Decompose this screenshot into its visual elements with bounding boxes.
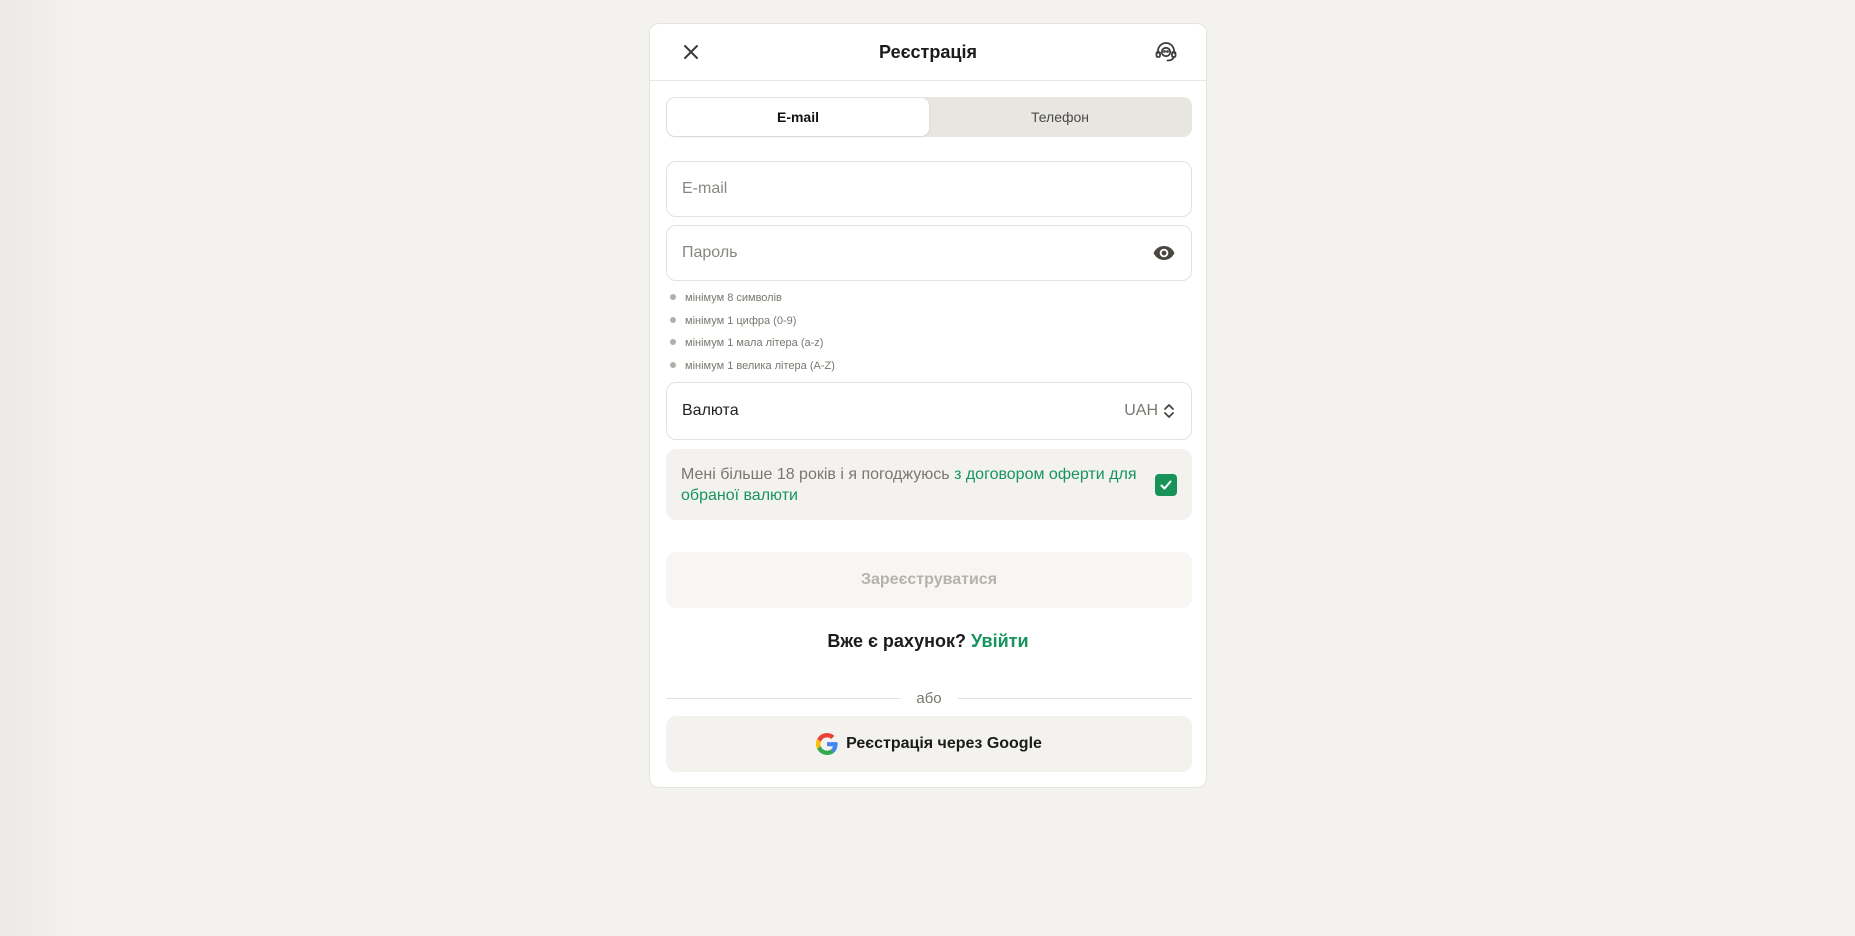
divider-label: або [916,689,942,707]
age-consent-block: Мені більше 18 років і я погоджуюсь з до… [666,449,1192,520]
select-arrows-icon [1164,404,1174,418]
email-field-container [666,161,1192,217]
login-prompt: Вже є рахунок? Увійти [650,631,1206,652]
bullet-icon [670,316,676,323]
modal-title: Реєстрація [879,42,977,62]
modal-header: Реєстрація [650,24,1206,81]
password-rule: мінімум 1 мала літера (a-z) [670,334,835,357]
password-field-container [666,225,1192,281]
google-register-label: Реєстрація через Google [846,735,1042,752]
bullet-icon [670,339,676,345]
divider-line [957,697,1192,699]
currency-label: Валюта [682,402,739,419]
login-question: Вже є рахунок? [827,631,972,651]
google-register-button[interactable]: Реєстрація через Google [666,716,1192,772]
divider-line [666,697,901,699]
password-rule: мінімум 8 символів [670,289,835,312]
support-headset-icon[interactable] [1154,40,1178,64]
consent-text: Мені більше 18 років і я погоджуюсь [681,465,955,483]
login-link[interactable]: Увійти [971,631,1029,651]
consent-checkbox[interactable] [1155,473,1177,496]
google-icon [816,733,838,755]
checkmark-icon [1160,480,1172,489]
currency-select[interactable]: Валюта UAH [666,382,1192,440]
tab-email[interactable]: E-mail [667,98,929,136]
bullet-icon [670,361,676,368]
password-rule: мінімум 1 велика літера (A-Z) [670,357,835,380]
or-divider: або [666,688,1192,708]
tab-phone[interactable]: Телефон [929,98,1191,136]
registration-modal: Реєстрація E-mail Телефон мінімум 8 симв… [649,23,1207,788]
currency-value: UAH [1124,402,1158,419]
bullet-icon [670,294,676,300]
auth-method-tabs: E-mail Телефон [666,97,1192,137]
eye-icon[interactable] [1152,241,1176,265]
password-rules-list: мінімум 8 символів мінімум 1 цифра (0-9)… [670,289,835,379]
email-input[interactable] [682,180,1176,198]
password-rule: мінімум 1 цифра (0-9) [670,312,835,335]
password-input[interactable] [682,244,1152,262]
register-button[interactable]: Зареєструватися [666,552,1192,608]
